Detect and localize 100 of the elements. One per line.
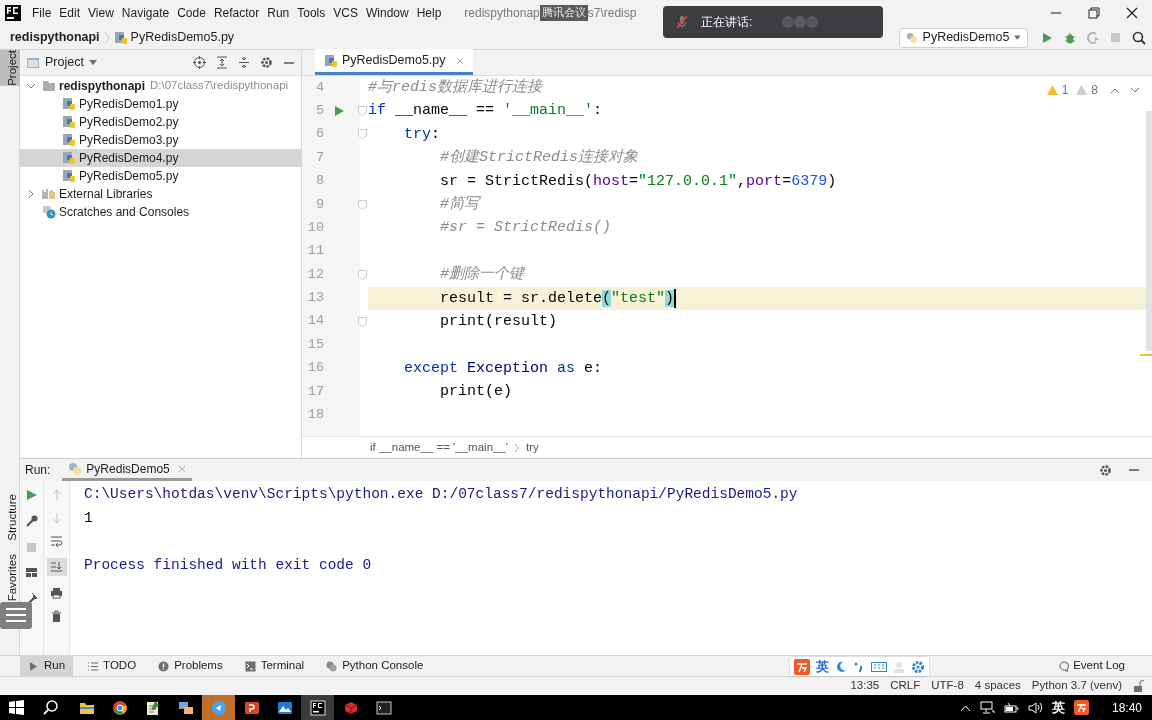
chevron-right-icon[interactable] — [26, 189, 36, 199]
tool-window-tab[interactable]: TODO — [79, 655, 145, 677]
tree-item[interactable]: PyRedisDemo5.py — [20, 167, 301, 185]
muted-microphone-icon — [675, 15, 689, 29]
tree-item[interactable]: Scratches and Consoles — [20, 203, 301, 221]
fold-marker-icon[interactable] — [358, 129, 367, 140]
menu-item[interactable]: Window — [362, 4, 412, 22]
ime-logo-icon[interactable] — [1073, 700, 1089, 715]
code-line: print(result) — [440, 311, 558, 332]
status-item[interactable]: CRLF — [890, 677, 921, 695]
menu-item[interactable]: Navigate — [118, 4, 173, 22]
status-item[interactable]: 13:35 — [850, 677, 880, 695]
code-line: sr = StrictRedis(host="127.0.0.1",port=6379) — [440, 171, 837, 192]
run-icon[interactable] — [334, 105, 345, 118]
console-tab[interactable]: PyRedisDemo5 — [62, 459, 192, 481]
expand-all-icon[interactable] — [216, 56, 228, 69]
tree-item[interactable]: PyRedisDemo1.py — [20, 95, 301, 113]
collapse-all-icon[interactable] — [238, 56, 250, 69]
breadcrumb[interactable]: if __name__ == '__main__' — [370, 438, 509, 457]
menu-item[interactable]: Tools — [294, 4, 329, 22]
unlocked-icon[interactable] — [1133, 680, 1144, 692]
scroll-to-end-button[interactable] — [46, 558, 67, 576]
menu-item[interactable]: File — [29, 4, 55, 22]
chevron-down-icon[interactable] — [26, 81, 36, 91]
fold-marker-icon[interactable] — [358, 269, 367, 280]
keyboard-icon[interactable] — [871, 660, 887, 673]
clock[interactable]: 18:40 — [1111, 698, 1142, 717]
settings-icon[interactable] — [1099, 463, 1112, 477]
library-icon — [42, 188, 56, 200]
taskbar-app[interactable] — [301, 695, 334, 720]
moon-icon[interactable] — [835, 660, 847, 673]
menu-item[interactable]: Help — [413, 4, 445, 22]
restore-icon[interactable] — [1088, 7, 1100, 19]
network-icon[interactable] — [979, 701, 995, 714]
run-icon[interactable] — [25, 489, 38, 501]
python-icon — [326, 660, 338, 672]
settings-icon[interactable] — [911, 659, 925, 674]
code-line: print(e) — [440, 382, 512, 403]
input-mode[interactable]: 英 — [1051, 697, 1065, 718]
print-icon[interactable] — [50, 587, 63, 599]
soft-wrap-icon[interactable] — [50, 535, 63, 547]
side-tab[interactable]: Favorites — [0, 554, 20, 602]
warning-count[interactable]: 1 — [1061, 81, 1069, 99]
trash-icon[interactable] — [51, 610, 62, 623]
wrench-icon[interactable] — [25, 515, 38, 528]
tree-item[interactable]: PyRedisDemo2.py — [20, 113, 301, 131]
fold-marker-icon[interactable] — [358, 199, 367, 210]
breadcrumb[interactable]: try — [526, 438, 539, 457]
menu-item[interactable]: Refactor — [210, 4, 263, 22]
menu-item[interactable]: View — [85, 4, 117, 22]
ime-mode[interactable]: 英 — [816, 656, 829, 677]
event-log-button[interactable]: Event Log — [1059, 657, 1125, 675]
chevron-down-icon[interactable] — [1130, 86, 1140, 94]
window-icon — [26, 56, 40, 69]
status-item[interactable]: Python 3.7 (venv) — [1031, 677, 1122, 695]
tree-item[interactable]: External Libraries — [20, 185, 301, 203]
layout-icon[interactable] — [25, 567, 38, 578]
punctuation-icon[interactable] — [853, 660, 865, 673]
tree-item[interactable]: PyRedisDemo4.py — [20, 149, 301, 167]
chevron-up-icon[interactable] — [959, 703, 971, 712]
side-tab[interactable]: Project — [0, 50, 20, 86]
run-icon[interactable] — [1041, 31, 1053, 44]
menu-item[interactable]: VCS — [330, 4, 361, 22]
run-config-dropdown[interactable]: PyRedisDemo5 — [899, 27, 1028, 48]
floating-menu-button[interactable] — [0, 601, 32, 629]
line-number: 5 — [314, 101, 324, 120]
speech-bubble-icon — [1059, 660, 1071, 672]
panel-title[interactable]: Project — [45, 53, 84, 72]
search-icon[interactable] — [1132, 30, 1146, 45]
chevron-right-icon — [103, 30, 110, 45]
tool-window-tab[interactable]: Terminal — [236, 655, 313, 677]
folder-icon — [42, 80, 56, 92]
fold-marker-icon[interactable] — [358, 316, 367, 327]
search-icon[interactable] — [43, 700, 58, 715]
battery-icon[interactable] — [1003, 701, 1019, 714]
menu-item[interactable]: Edit — [56, 4, 84, 22]
weak-warning-count[interactable]: 8 — [1091, 81, 1098, 99]
fold-marker-icon[interactable] — [358, 106, 367, 117]
scrollbar[interactable] — [1146, 111, 1152, 351]
status-item[interactable]: UTF-8 — [931, 677, 964, 695]
tool-window-tab[interactable]: Python Console — [318, 655, 432, 677]
status-item[interactable]: 4 spaces — [974, 677, 1021, 695]
volume-icon[interactable] — [1027, 701, 1043, 714]
chevron-right-icon — [514, 442, 521, 453]
tool-window-tab[interactable]: Problems — [150, 655, 231, 677]
side-tab[interactable]: Structure — [0, 493, 20, 541]
close-icon[interactable] — [1126, 7, 1138, 19]
bug-icon[interactable] — [1064, 31, 1076, 44]
tree-item[interactable]: PyRedisDemo3.py — [20, 131, 301, 149]
crosshair-icon[interactable] — [193, 56, 206, 69]
breadcrumb-file[interactable]: PyRedisDemo5.py — [130, 28, 235, 47]
editor-tab[interactable]: PyRedisDemo5.py — [315, 49, 473, 75]
browser-icon — [111, 699, 128, 716]
settings-icon[interactable] — [260, 56, 273, 69]
menu-item[interactable]: Code — [174, 4, 209, 22]
tool-window-tab[interactable]: Run — [20, 655, 74, 677]
menu-item[interactable]: Run — [264, 4, 293, 22]
breadcrumb-project[interactable]: redispythonapi — [10, 28, 100, 47]
tree-item[interactable]: redispythonapi D:\07class7\redispythonapi — [20, 77, 301, 95]
windows-start-icon[interactable] — [9, 700, 24, 715]
